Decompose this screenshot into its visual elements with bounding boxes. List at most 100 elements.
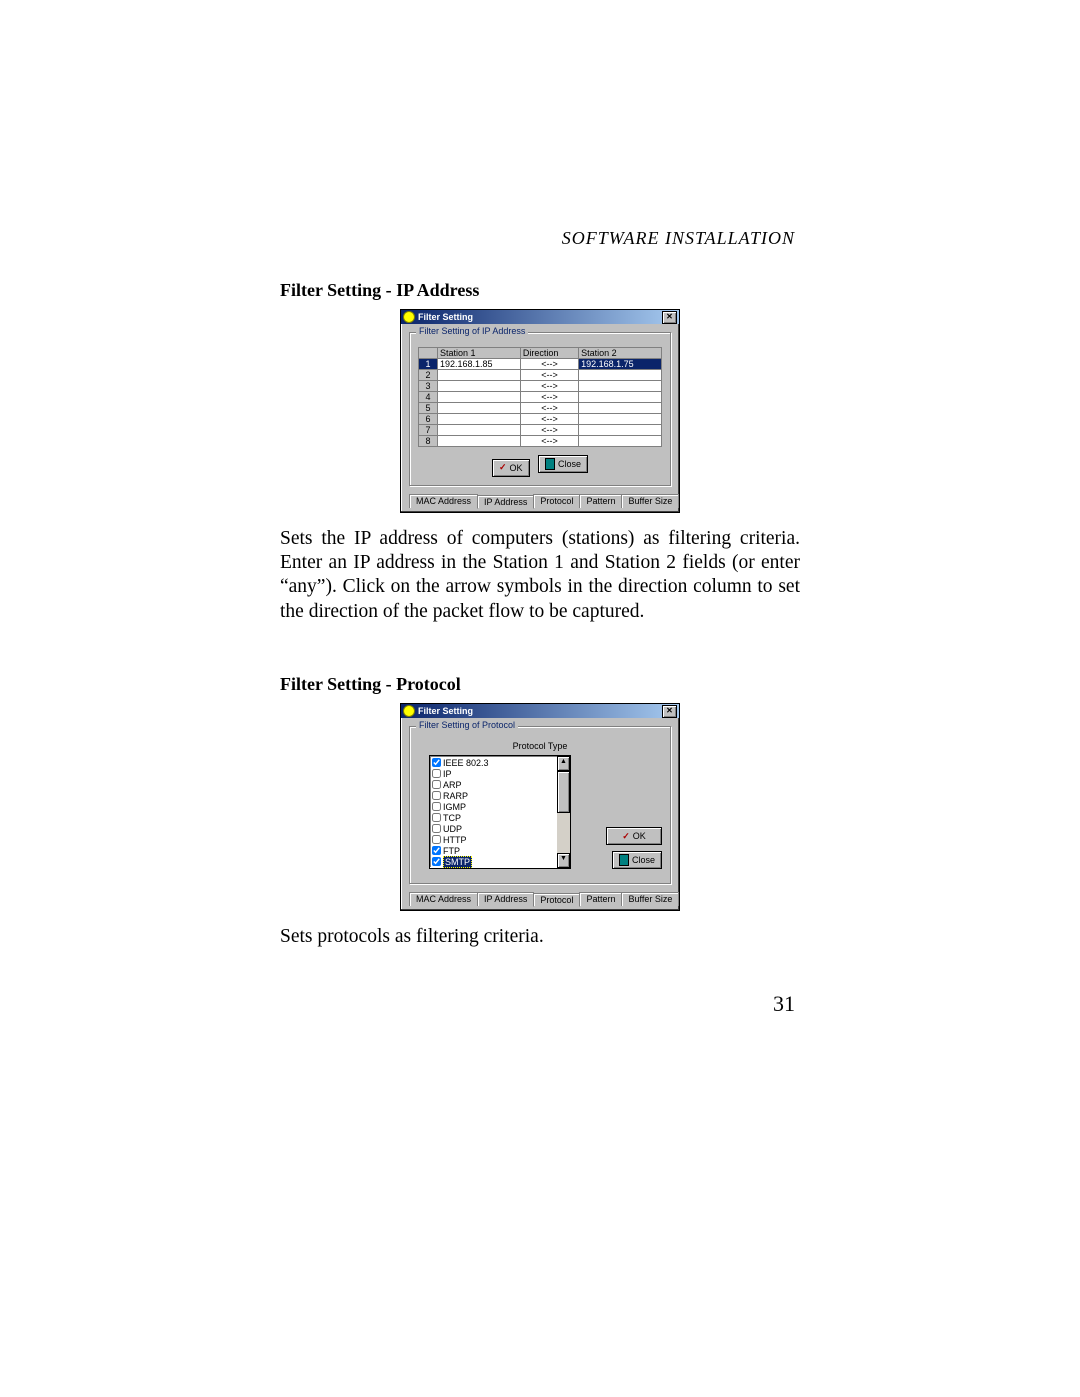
ip-table: Station 1 Direction Station 2 1192.168.1… — [418, 347, 662, 447]
protocol-listbox[interactable]: IEEE 802.3IPARPRARPIGMPTCPUDPHTTPFTPSMTP… — [429, 755, 571, 869]
list-item[interactable]: DNS — [431, 867, 569, 869]
ip-dialog-titlebar[interactable]: Filter Setting ✕ — [401, 310, 679, 324]
protocol-checkbox[interactable] — [432, 780, 441, 789]
station1-cell[interactable] — [438, 414, 521, 425]
station1-cell[interactable] — [438, 381, 521, 392]
tab-ip-address[interactable]: IP Address — [477, 495, 534, 509]
direction-cell[interactable]: <--> — [520, 436, 578, 447]
protocol-label: UDP — [443, 824, 462, 834]
list-item[interactable]: UDP — [431, 823, 569, 834]
protocol-checkbox[interactable] — [432, 857, 441, 866]
list-item[interactable]: IGMP — [431, 801, 569, 812]
document-page: SOFTWARE INSTALLATION Filter Setting - I… — [0, 0, 1080, 1397]
tab-buffer-size[interactable]: Buffer Size — [621, 892, 679, 906]
protocol-label: ARP — [443, 780, 462, 790]
row-number: 4 — [419, 392, 438, 403]
ip-col-direction: Direction — [520, 348, 578, 359]
ip-ok-button[interactable]: ✓OK — [492, 459, 530, 477]
station2-cell[interactable] — [579, 425, 662, 436]
protocol-checkbox[interactable] — [432, 835, 441, 844]
table-row[interactable]: 3<--> — [419, 381, 662, 392]
section2-body: Sets protocols as filtering criteria. — [280, 925, 800, 949]
proto-close-button[interactable]: Close — [612, 851, 662, 869]
list-item[interactable]: TCP — [431, 812, 569, 823]
proto-group: Filter Setting of Protocol Protocol Type… — [409, 726, 671, 884]
station2-cell[interactable]: 192.168.1.75 — [579, 359, 662, 370]
row-number: 6 — [419, 414, 438, 425]
station2-cell[interactable] — [579, 414, 662, 425]
direction-cell[interactable]: <--> — [520, 370, 578, 381]
direction-cell[interactable]: <--> — [520, 359, 578, 370]
listbox-scrollbar[interactable]: ▲ ▼ — [557, 756, 570, 868]
tab-protocol[interactable]: Protocol — [533, 494, 580, 508]
table-row[interactable]: 7 <--> — [419, 425, 662, 436]
table-row[interactable]: 4 <--> — [419, 392, 662, 403]
protocol-label: IGMP — [443, 802, 466, 812]
row-number: 8 — [419, 436, 438, 447]
station1-cell[interactable] — [438, 403, 521, 414]
direction-cell[interactable]: <--> — [520, 425, 578, 436]
protocol-checkbox[interactable] — [432, 791, 441, 800]
station1-cell[interactable] — [438, 425, 521, 436]
scroll-thumb[interactable] — [557, 771, 570, 813]
direction-cell[interactable]: <--> — [520, 381, 578, 392]
direction-cell[interactable]: <--> — [520, 403, 578, 414]
station2-cell[interactable] — [579, 381, 662, 392]
list-item[interactable]: FTP — [431, 845, 569, 856]
station2-cell[interactable] — [579, 392, 662, 403]
proto-dialog-titlebar[interactable]: Filter Setting ✕ — [401, 704, 679, 718]
list-item[interactable]: HTTP — [431, 834, 569, 845]
table-row[interactable]: 6 <--> — [419, 414, 662, 425]
list-item[interactable]: RARP — [431, 790, 569, 801]
table-row[interactable]: 5 <--> — [419, 403, 662, 414]
tab-ip-address[interactable]: IP Address — [477, 892, 534, 906]
table-row[interactable]: 2 <--> — [419, 370, 662, 381]
protocol-checkbox[interactable] — [432, 813, 441, 822]
row-number: 5 — [419, 403, 438, 414]
tab-pattern[interactable]: Pattern — [579, 494, 622, 508]
station2-cell[interactable] — [579, 403, 662, 414]
protocol-label: SMTP — [443, 856, 472, 868]
protocol-checkbox[interactable] — [432, 846, 441, 855]
protocol-label: DNS — [443, 868, 462, 870]
list-item[interactable]: IP — [431, 768, 569, 779]
station2-cell[interactable] — [579, 370, 662, 381]
tab-mac-address[interactable]: MAC Address — [409, 494, 478, 508]
row-number: 2 — [419, 370, 438, 381]
scroll-down-icon[interactable]: ▼ — [557, 853, 570, 868]
station1-cell[interactable] — [438, 436, 521, 447]
station1-cell[interactable]: 192.168.1.85 — [438, 359, 521, 370]
protocol-checkbox[interactable] — [432, 758, 441, 767]
section1-body: Sets the IP address of computers (statio… — [280, 527, 800, 625]
list-item[interactable]: IEEE 802.3 — [431, 757, 569, 768]
tab-mac-address[interactable]: MAC Address — [409, 892, 478, 906]
protocol-label: HTTP — [443, 835, 467, 845]
station2-cell[interactable] — [579, 436, 662, 447]
scroll-up-icon[interactable]: ▲ — [557, 756, 570, 771]
ip-close-button[interactable]: Close — [538, 455, 588, 473]
close-icon[interactable]: ✕ — [662, 705, 677, 718]
tab-protocol[interactable]: Protocol — [533, 893, 580, 907]
direction-cell[interactable]: <--> — [520, 392, 578, 403]
protocol-label: FTP — [443, 846, 460, 856]
station1-cell[interactable] — [438, 370, 521, 381]
protocol-checkbox[interactable] — [432, 868, 441, 869]
protocol-checkbox[interactable] — [432, 824, 441, 833]
table-row[interactable]: 1192.168.1.85<-->192.168.1.75 — [419, 359, 662, 370]
list-item[interactable]: SMTP — [431, 856, 569, 867]
ip-tabs: MAC AddressIP AddressProtocolPatternBuff… — [409, 494, 679, 508]
tab-pattern[interactable]: Pattern — [579, 892, 622, 906]
tab-buffer-size[interactable]: Buffer Size — [621, 494, 679, 508]
section2-title: Filter Setting - Protocol — [280, 674, 800, 695]
station1-cell[interactable] — [438, 392, 521, 403]
close-icon[interactable]: ✕ — [662, 311, 677, 324]
table-row[interactable]: 8 <--> — [419, 436, 662, 447]
proto-tabs: MAC AddressIP AddressProtocolPatternBuff… — [409, 892, 679, 906]
protocol-checkbox[interactable] — [432, 769, 441, 778]
ip-col-station1: Station 1 — [438, 348, 521, 359]
proto-ok-button[interactable]: ✓OK — [606, 827, 662, 845]
protocol-checkbox[interactable] — [432, 802, 441, 811]
direction-cell[interactable]: <--> — [520, 414, 578, 425]
row-number: 7 — [419, 425, 438, 436]
list-item[interactable]: ARP — [431, 779, 569, 790]
